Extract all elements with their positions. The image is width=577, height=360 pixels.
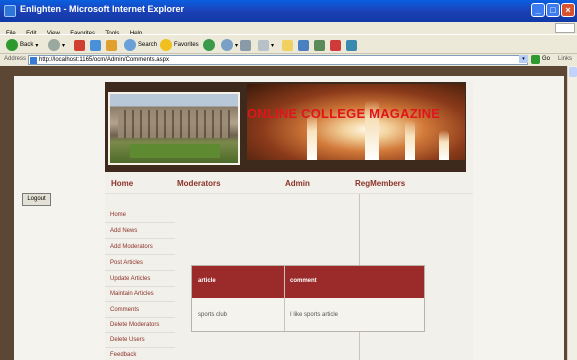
chevron-down-icon: ▾ — [62, 42, 66, 49]
comments-grid: article comment sports club I like sport… — [191, 265, 425, 332]
mail-button[interactable]: ▾ — [221, 38, 238, 52]
magazine-title: ONLINE COLLEGE MAGAZINE — [247, 106, 441, 121]
windows-logo-icon — [555, 23, 575, 33]
nav-admin[interactable]: Admin — [285, 179, 310, 188]
column-separator — [284, 266, 285, 331]
research-button[interactable] — [330, 38, 341, 52]
sidebar-item-add-news[interactable]: Add News — [110, 228, 137, 234]
logout-button[interactable]: Logout — [22, 193, 51, 206]
stop-button[interactable] — [74, 38, 85, 52]
column-header-article: article — [198, 278, 216, 284]
edit-icon — [258, 39, 269, 51]
refresh-icon — [90, 39, 101, 51]
minimize-button[interactable]: _ — [531, 3, 545, 17]
go-arrow-icon[interactable] — [531, 55, 540, 64]
sidebar-item-add-moderators[interactable]: Add Moderators — [110, 244, 153, 250]
address-label: Address — [4, 56, 27, 62]
print-button[interactable] — [240, 38, 251, 52]
messenger-button[interactable] — [314, 38, 325, 52]
address-input[interactable]: http://localhost:1165/ocm/Admin/Comments… — [28, 55, 528, 65]
search-button[interactable]: Search — [124, 38, 157, 52]
page-icon — [30, 57, 37, 64]
messenger-icon — [314, 39, 325, 51]
vertical-scrollbar[interactable] — [567, 66, 577, 360]
sidebar-item-home[interactable]: Home — [110, 212, 126, 218]
go-button[interactable]: Go — [542, 56, 550, 62]
sidebar-item-delete-moderators[interactable]: Delete Moderators — [110, 322, 159, 328]
scroll-up-icon[interactable] — [569, 67, 577, 77]
nav-regmembers[interactable]: RegMembers — [355, 179, 405, 188]
sidebar-item-comments[interactable]: Comments — [110, 307, 139, 313]
sidebar-item-update-articles[interactable]: Update Articles — [110, 276, 150, 282]
history-icon — [203, 39, 215, 51]
fountain-photo — [247, 84, 465, 160]
title-bar: Enlighten - Microsoft Internet Explorer … — [0, 0, 577, 22]
history-button[interactable] — [203, 38, 215, 52]
top-nav: Home Moderators Admin RegMembers — [105, 176, 473, 194]
edit-button[interactable]: ▾ — [258, 38, 274, 52]
close-button[interactable]: × — [561, 3, 575, 17]
sidebar-item-post-articles[interactable]: Post Articles — [110, 260, 143, 266]
print-icon — [240, 39, 251, 51]
table-cell-article: sports club — [198, 312, 228, 318]
maximize-button[interactable]: □ — [546, 3, 560, 17]
window-title: Enlighten - Microsoft Internet Explorer — [20, 4, 185, 14]
address-dropdown-icon[interactable]: ▾ — [519, 55, 528, 63]
folder-icon — [282, 39, 293, 51]
discuss-icon — [346, 39, 357, 51]
menu-bar: File Edit View Favorites Tools Help — [0, 22, 577, 37]
toolbar: Back ▾ ▾ Search Favorites ▾ ▾ — [0, 34, 577, 54]
search-icon — [124, 39, 136, 51]
back-button[interactable]: Back ▾ — [6, 38, 38, 52]
table-cell-comment: I like sports article — [290, 312, 339, 318]
nav-moderators[interactable]: Moderators — [177, 179, 221, 188]
sidebar-item-delete-users[interactable]: Delete Users — [110, 337, 145, 343]
forward-button[interactable]: ▾ — [48, 38, 65, 52]
star-icon — [160, 39, 172, 51]
window-icon — [298, 39, 309, 51]
home-icon — [106, 39, 117, 51]
column-header-comment: comment — [290, 278, 317, 284]
campus-photo — [108, 92, 240, 165]
links-button[interactable]: Links — [558, 56, 572, 62]
favorites-button[interactable]: Favorites — [160, 38, 199, 52]
folder-button[interactable] — [282, 38, 293, 52]
stop-icon — [74, 39, 85, 51]
forward-arrow-icon — [48, 39, 60, 51]
chevron-down-icon: ▾ — [35, 42, 39, 49]
research-icon — [330, 39, 341, 51]
address-bar: Address http://localhost:1165/ocm/Admin/… — [0, 54, 577, 66]
mail-icon — [221, 39, 233, 51]
discuss-button[interactable] — [346, 38, 357, 52]
window-button[interactable] — [298, 38, 309, 52]
home-button[interactable] — [106, 38, 117, 52]
sidebar-item-maintain-articles[interactable]: Maintain Articles — [110, 291, 154, 297]
address-url: http://localhost:1165/ocm/Admin/Comments… — [39, 57, 169, 63]
sidebar-item-feedback[interactable]: Feedback — [110, 352, 136, 358]
nav-home[interactable]: Home — [111, 179, 133, 188]
refresh-button[interactable] — [90, 38, 101, 52]
chevron-down-icon: ▾ — [235, 42, 239, 49]
chevron-down-icon: ▾ — [271, 42, 275, 49]
back-arrow-icon — [6, 39, 18, 51]
ie-icon — [4, 5, 16, 17]
